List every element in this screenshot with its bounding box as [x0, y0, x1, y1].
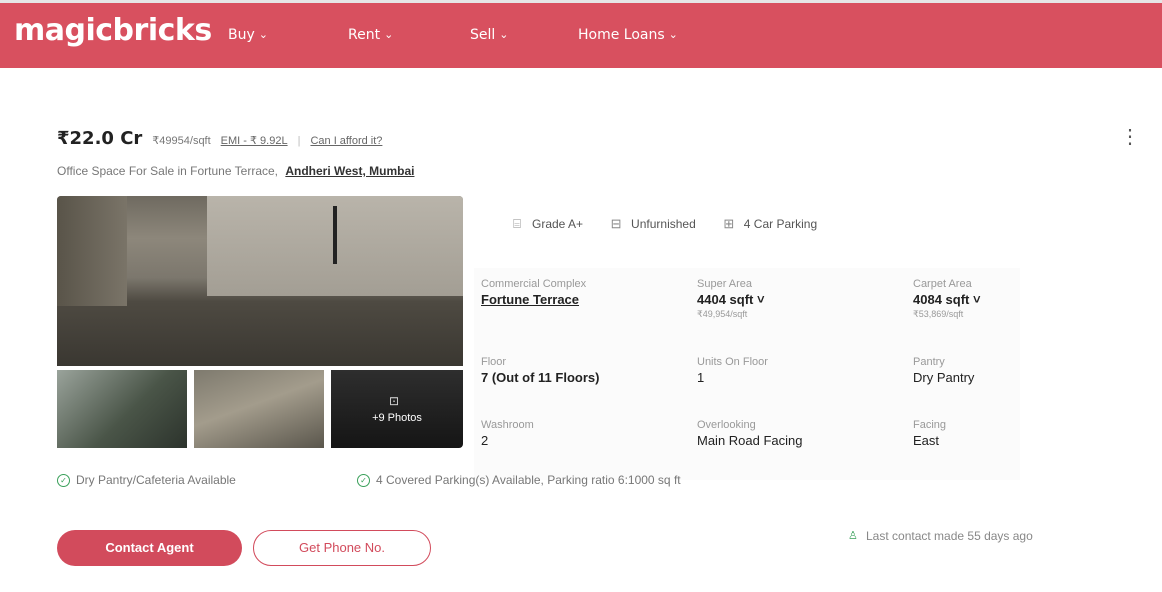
detail-value: 7 (Out of 11 Floors)	[481, 370, 600, 385]
detail-label: Facing	[913, 419, 947, 431]
detail-label: Overlooking	[697, 419, 756, 431]
magicbricks-logo[interactable]: magicbricks	[14, 13, 212, 48]
nav-home-loans[interactable]: Home Loans ⌄	[578, 27, 678, 43]
thumbnail-photo-2[interactable]	[194, 370, 324, 448]
person-icon: ♙	[848, 530, 858, 542]
top-navigation-bar: magicbricks Buy ⌄ Rent ⌄ Sell ⌄ Home Loans ⌄	[0, 0, 1162, 68]
chevron-down-icon: ⌄	[499, 28, 509, 41]
nav-rent[interactable]: Rent ⌄	[348, 27, 393, 43]
photo-icon: ⊡	[389, 394, 400, 408]
price-row: ₹22.0 Cr ₹49954/sqft EMI - ₹ 9.92L | Can…	[57, 128, 382, 152]
contact-agent-button[interactable]: Contact Agent	[57, 530, 242, 566]
building-icon: ⌸	[513, 216, 521, 231]
price-per-sqft: ₹49954/sqft	[152, 135, 211, 147]
detail-label: Floor	[481, 356, 507, 368]
get-phone-button[interactable]: Get Phone No.	[253, 530, 431, 566]
check-circle-icon: ✓	[57, 473, 70, 487]
price: ₹22.0 Cr	[57, 128, 143, 149]
nav-buy[interactable]: Buy ⌄	[228, 27, 268, 43]
tag-furnishing-label: Unfurnished	[631, 217, 696, 231]
chevron-down-icon: ⌄	[384, 28, 394, 41]
more-photos-thumbnail[interactable]: ⊡ +9 Photos	[331, 370, 463, 448]
photo-pillar	[57, 196, 127, 306]
detail-value: 2	[481, 433, 489, 448]
detail-value: East	[913, 433, 940, 448]
detail-super-area: Super Area 4404 sqft ˅ ₹49,954/sqft	[697, 278, 765, 320]
last-contact-info: ♙ Last contact made 55 days ago	[848, 529, 1033, 543]
chevron-down-icon: ⌄	[668, 28, 678, 41]
thumbnail-photo-1[interactable]	[57, 370, 187, 448]
carpet-area-rate: ₹53,869/sqft	[913, 309, 964, 319]
detail-units-on-floor: Units On Floor 1	[697, 356, 768, 385]
amenity-label: 4 Covered Parking(s) Available, Parking …	[376, 473, 681, 487]
car-icon: ⊞	[723, 216, 735, 231]
tag-grade: ⌸ Grade A+	[510, 216, 584, 232]
emi-link[interactable]: EMI - ₹ 9.92L	[221, 134, 288, 147]
sofa-icon: ⊟	[610, 216, 622, 231]
detail-label: Super Area	[697, 278, 753, 290]
nav-buy-label: Buy	[228, 27, 255, 43]
photo-conduit	[333, 206, 337, 264]
more-options-icon[interactable]: ⋮	[1120, 124, 1140, 150]
chevron-down-icon: ⌄	[258, 28, 268, 41]
detail-value: Main Road Facing	[697, 433, 803, 448]
nav-sell[interactable]: Sell ⌄	[470, 27, 509, 43]
separator: |	[297, 135, 301, 147]
detail-label: Commercial Complex	[481, 278, 587, 290]
complex-link[interactable]: Fortune Terrace	[481, 292, 586, 307]
amenity-parking: ✓ 4 Covered Parking(s) Available, Parkin…	[357, 473, 681, 487]
detail-commercial-complex: Commercial Complex Fortune Terrace	[481, 278, 586, 307]
tag-grade-label: Grade A+	[532, 217, 584, 231]
listing-title-text: Office Space For Sale in Fortune Terrace…	[57, 164, 278, 178]
detail-pantry: Pantry Dry Pantry	[913, 356, 974, 385]
last-contact-label: Last contact made 55 days ago	[866, 529, 1033, 543]
tag-parking: ⊞ 4 Car Parking	[722, 216, 818, 232]
detail-value: 1	[697, 370, 705, 385]
amenity-pantry: ✓ Dry Pantry/Cafeteria Available	[57, 473, 236, 487]
nav-sell-label: Sell	[470, 27, 496, 43]
detail-overlooking: Overlooking Main Road Facing	[697, 419, 803, 448]
detail-label: Carpet Area	[913, 278, 972, 290]
detail-value: Dry Pantry	[913, 370, 975, 385]
location-link[interactable]: Andheri West, Mumbai	[285, 164, 414, 178]
carpet-area-value[interactable]: 4084 sqft ˅	[913, 292, 981, 307]
main-photo[interactable]	[57, 196, 463, 366]
listing-title: Office Space For Sale in Fortune Terrace…	[57, 164, 414, 178]
tag-furnishing: ⊟ Unfurnished	[609, 216, 696, 232]
super-area-rate: ₹49,954/sqft	[697, 309, 748, 319]
super-area-value[interactable]: 4404 sqft ˅	[697, 292, 765, 307]
nav-home-loans-label: Home Loans	[578, 27, 665, 43]
detail-label: Units On Floor	[697, 356, 768, 368]
more-photos-count: +9 Photos	[372, 412, 422, 424]
detail-carpet-area: Carpet Area 4084 sqft ˅ ₹53,869/sqft	[913, 278, 981, 320]
property-tags: ⌸ Grade A+ ⊟ Unfurnished ⊞ 4 Car Parking	[510, 216, 843, 232]
detail-floor: Floor 7 (Out of 11 Floors)	[481, 356, 599, 385]
detail-label: Pantry	[913, 356, 945, 368]
afford-link[interactable]: Can I afford it?	[310, 135, 382, 147]
tag-parking-label: 4 Car Parking	[743, 217, 818, 231]
nav-rent-label: Rent	[348, 27, 381, 43]
detail-facing: Facing East	[913, 419, 946, 448]
detail-washroom: Washroom 2	[481, 419, 534, 448]
amenity-label: Dry Pantry/Cafeteria Available	[76, 473, 236, 487]
detail-label: Washroom	[481, 419, 534, 431]
check-circle-icon: ✓	[357, 473, 370, 487]
